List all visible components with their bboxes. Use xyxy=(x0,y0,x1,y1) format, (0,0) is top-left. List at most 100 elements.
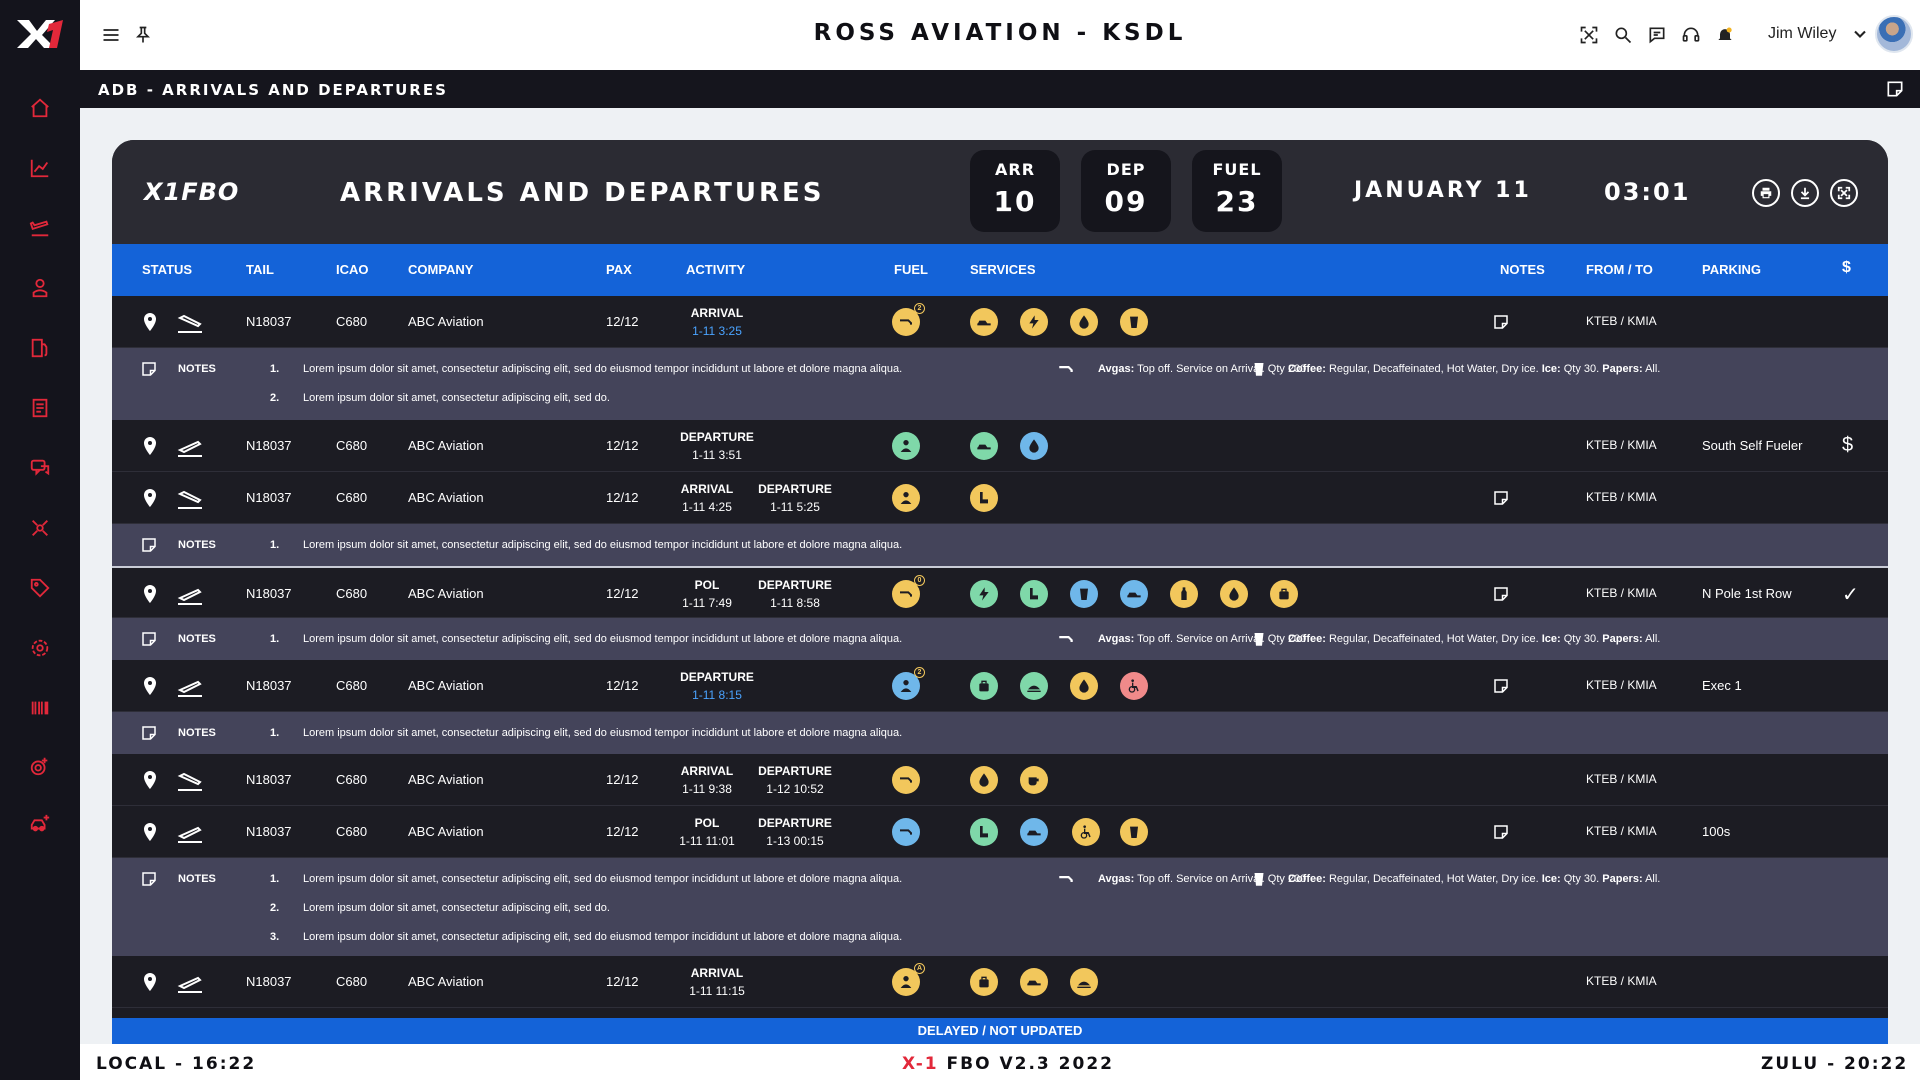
drop-service-icon[interactable] xyxy=(1070,308,1098,336)
network-icon[interactable] xyxy=(26,514,54,542)
bag-service-icon[interactable] xyxy=(970,968,998,996)
activity-primary[interactable]: DEPARTURE 1-11 8:15 xyxy=(667,668,767,704)
activity-primary[interactable]: POL 1-11 7:49 xyxy=(667,576,747,612)
activity-secondary[interactable]: DEPARTURE 1-11 8:58 xyxy=(752,576,838,612)
departure-icon[interactable] xyxy=(26,214,54,242)
lightning-service-icon[interactable] xyxy=(1020,308,1048,336)
truck-service-icon[interactable] xyxy=(970,308,998,336)
location-pin-icon[interactable] xyxy=(142,313,158,331)
notes-icon[interactable] xyxy=(140,724,158,742)
fuel-counter[interactable]: FUEL 23 xyxy=(1192,150,1282,232)
cup-service-icon[interactable] xyxy=(1070,580,1098,608)
activity-primary[interactable]: DEPARTURE 1-11 3:51 xyxy=(667,428,767,464)
activity-primary[interactable]: ARRIVAL 1-11 4:25 xyxy=(667,480,747,516)
crew-icon[interactable] xyxy=(26,274,54,302)
fuel-service-nozzle-icon[interactable] xyxy=(892,818,920,846)
table-row[interactable]: N18037 C680 ABC Aviation 12/12 ARRIVAL 1-11 9… xyxy=(112,754,1888,806)
pin-icon[interactable] xyxy=(130,22,156,48)
notes-icon[interactable] xyxy=(1492,585,1510,603)
location-pin-icon[interactable] xyxy=(142,823,158,841)
truck-service-icon[interactable] xyxy=(1020,968,1048,996)
notes-icon[interactable] xyxy=(140,870,158,888)
activity-secondary[interactable]: DEPARTURE 1-13 00:15 xyxy=(752,814,838,850)
hamburger-menu-icon[interactable] xyxy=(98,22,124,48)
wheelchair-service-icon[interactable] xyxy=(1072,818,1100,846)
avatar[interactable] xyxy=(1875,15,1913,53)
settings-icon[interactable] xyxy=(26,634,54,662)
col-notes[interactable]: NOTES xyxy=(1500,262,1545,277)
col-company[interactable]: COMPANY xyxy=(408,262,473,277)
table-row[interactable]: N18037 C680 ABC Aviation 12/12 ARRIVAL 1-11 1… xyxy=(112,956,1888,1008)
fuel-service-person-icon[interactable] xyxy=(892,484,920,512)
fullscreen-icon[interactable] xyxy=(1830,179,1858,207)
x1-logo[interactable] xyxy=(14,14,66,54)
truck-service-icon[interactable] xyxy=(1020,818,1048,846)
col-activity[interactable]: ACTIVITY xyxy=(686,262,745,277)
location-pin-icon[interactable] xyxy=(142,677,158,695)
col-tail[interactable]: TAIL xyxy=(246,262,274,277)
tag-icon[interactable] xyxy=(26,574,54,602)
row-end-status[interactable]: ✓ xyxy=(1842,582,1859,607)
fuel-service-person-icon[interactable]: A xyxy=(892,963,925,996)
location-pin-icon[interactable] xyxy=(142,489,158,507)
barcode-icon[interactable] xyxy=(26,694,54,722)
table-row[interactable]: N18037 C680 ABC Aviation 12/12 POL 1-11 11:01… xyxy=(112,806,1888,858)
catering-service-icon[interactable] xyxy=(1070,968,1098,996)
bell-icon[interactable] xyxy=(1712,22,1738,48)
lightning-service-icon[interactable] xyxy=(970,580,998,608)
fuel-service-nozzle-icon[interactable]: 0 xyxy=(892,575,925,608)
notes-icon[interactable] xyxy=(140,360,158,378)
table-row[interactable]: N18037 C680 ABC Aviation 12/12 POL 1-11 7:49 D… xyxy=(112,566,1888,618)
cup-service-icon[interactable] xyxy=(1120,308,1148,336)
expand-icon[interactable] xyxy=(1576,22,1602,48)
wheelchair-service-icon[interactable] xyxy=(1120,672,1148,700)
chart-icon[interactable] xyxy=(26,154,54,182)
notes-icon[interactable] xyxy=(140,630,158,648)
fuel-service-nozzle-icon[interactable]: 2 xyxy=(892,303,925,336)
coffee-service-icon[interactable] xyxy=(1020,766,1048,794)
headset-icon[interactable] xyxy=(1678,22,1704,48)
col-fuel[interactable]: FUEL xyxy=(894,262,928,277)
departures-counter[interactable]: DEP 09 xyxy=(1081,150,1171,232)
col-from-to[interactable]: FROM / TO xyxy=(1586,262,1653,277)
fuel-service-nozzle-icon[interactable] xyxy=(892,766,920,794)
location-pin-icon[interactable] xyxy=(142,437,158,455)
notes-icon[interactable] xyxy=(140,536,158,554)
user-name[interactable]: Jim Wiley xyxy=(1768,25,1836,43)
truck-service-icon[interactable] xyxy=(1120,580,1148,608)
col-services[interactable]: SERVICES xyxy=(970,262,1036,277)
row-end-status[interactable]: $ xyxy=(1842,434,1853,457)
arrivals-counter[interactable]: ARR 10 xyxy=(970,150,1060,232)
location-pin-icon[interactable] xyxy=(142,771,158,789)
notes-icon[interactable] xyxy=(1492,677,1510,695)
drop-service-icon[interactable] xyxy=(1220,580,1248,608)
note-edit-icon[interactable] xyxy=(1885,79,1905,99)
activity-secondary[interactable]: DEPARTURE 1-12 10:52 xyxy=(752,762,838,798)
table-row[interactable]: N18037 C680 ABC Aviation 12/12 ARRIVAL 1-11 4… xyxy=(112,472,1888,524)
fuel-pump-icon[interactable] xyxy=(26,334,54,362)
chevron-down-icon[interactable] xyxy=(1850,24,1870,44)
activity-primary[interactable]: POL 1-11 11:01 xyxy=(667,814,747,850)
seat-service-icon[interactable] xyxy=(1020,580,1048,608)
bag-service-icon[interactable] xyxy=(1270,580,1298,608)
document-icon[interactable] xyxy=(26,394,54,422)
notes-icon[interactable] xyxy=(1492,313,1510,331)
bottle-service-icon[interactable] xyxy=(1170,580,1198,608)
notes-icon[interactable] xyxy=(1492,823,1510,841)
notes-icon[interactable] xyxy=(1492,489,1510,507)
status-legend-bar[interactable]: DELAYED / NOT UPDATED xyxy=(112,1018,1888,1044)
fuel-service-person-icon[interactable]: 2 xyxy=(892,667,925,700)
table-row[interactable]: N18037 C680 ABC Aviation 12/12 DEPARTURE 1-11… xyxy=(112,660,1888,712)
drop-service-icon[interactable] xyxy=(1070,672,1098,700)
message-icon[interactable] xyxy=(1644,22,1670,48)
fuel-service-person-icon[interactable] xyxy=(892,432,920,460)
seat-service-icon[interactable] xyxy=(970,484,998,512)
col-status[interactable]: STATUS xyxy=(142,262,192,277)
search-icon[interactable] xyxy=(1610,22,1636,48)
drop-service-icon[interactable] xyxy=(1020,432,1048,460)
col-pax[interactable]: PAX xyxy=(606,262,632,277)
col-dollar[interactable]: $ xyxy=(1842,259,1851,277)
table-row[interactable]: N18037 C680 ABC Aviation 12/12 DEPARTURE 1-11… xyxy=(112,420,1888,472)
activity-primary[interactable]: ARRIVAL 1-11 3:25 xyxy=(667,304,767,340)
catering-service-icon[interactable] xyxy=(1020,672,1048,700)
